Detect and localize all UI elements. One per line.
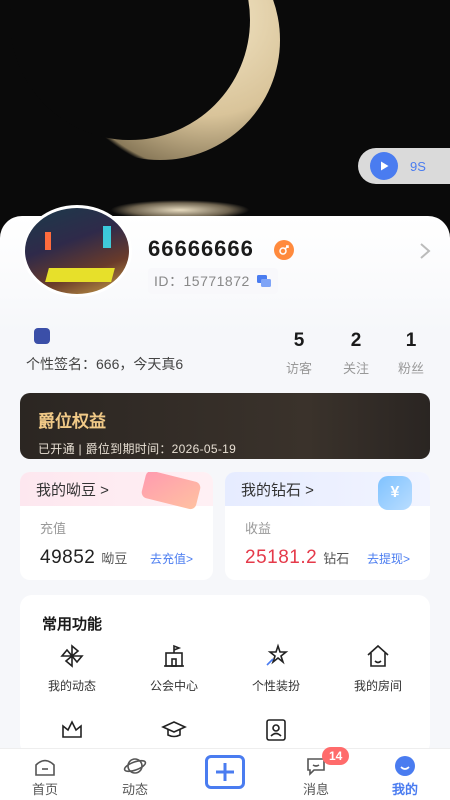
crown-icon — [62, 720, 82, 738]
tab-home[interactable]: 首页 — [5, 755, 85, 798]
common-functions-card: 常用功能 我的动态 公会中心 个性装扮 我的房间 — [20, 595, 430, 755]
nickname: 66666666 — [148, 236, 254, 261]
crown-button[interactable] — [24, 717, 120, 743]
voice-intro-player[interactable]: 9S — [358, 148, 450, 184]
play-icon[interactable] — [370, 152, 398, 180]
gender-badge-icon — [274, 240, 294, 260]
tab-mine[interactable]: 我的 — [365, 755, 445, 798]
house-icon — [367, 644, 389, 667]
my-posts-button[interactable]: 我的动态 — [24, 643, 120, 694]
user-id: ID：15771872 — [148, 268, 278, 294]
stat-fans[interactable]: 1 粉丝 — [398, 330, 424, 377]
unread-badge: 14 — [322, 747, 350, 765]
my-room-button[interactable]: 我的房间 — [330, 643, 426, 694]
diamonds-wallet-card[interactable]: 我的钻石 > ¥ 收益 25181.2 钻石 去提现> — [225, 472, 430, 580]
planet-icon — [123, 758, 147, 774]
verification-button[interactable] — [228, 717, 324, 743]
pinwheel-icon — [60, 644, 84, 668]
profile-icon — [395, 756, 415, 776]
dress-up-button[interactable]: 个性装扮 — [228, 643, 324, 694]
bottom-tab-bar: 首页 动态 消息 14 我的 — [0, 747, 450, 800]
nobility-card[interactable]: 爵位权益 已开通 | 爵位到期时间：2026-05-19 — [20, 393, 430, 459]
diamonds-amount: 25181.2 — [245, 547, 318, 568]
voice-duration: 9S — [410, 158, 426, 174]
nobility-title: 爵位权益 — [38, 412, 106, 431]
tab-moments[interactable]: 动态 — [95, 755, 175, 798]
add-icon — [216, 763, 234, 781]
recharge-link[interactable]: 去充值> — [150, 550, 193, 567]
avatar[interactable] — [22, 205, 132, 297]
building-icon — [164, 644, 184, 667]
stat-following[interactable]: 2 关注 — [343, 330, 369, 377]
level-badge-icon — [34, 328, 50, 344]
profile-cover-image: 9S — [0, 0, 450, 240]
nobility-expiry: 已开通 | 爵位到期时间：2026-05-19 — [38, 442, 237, 456]
home-icon — [35, 759, 55, 776]
withdraw-link[interactable]: 去提现> — [367, 550, 410, 567]
guild-center-button[interactable]: 公会中心 — [126, 643, 222, 694]
graduation-cap-icon — [161, 721, 187, 738]
contact-card-icon — [266, 719, 286, 741]
beans-wallet-card[interactable]: 我的呦豆 > 充值 49852 呦豆 去充值> — [20, 472, 213, 580]
stat-visitors[interactable]: 5 访客 — [286, 330, 312, 377]
common-functions-title: 常用功能 — [42, 616, 103, 633]
add-button[interactable] — [205, 755, 245, 789]
copy-icon[interactable] — [256, 274, 272, 288]
signature: 个性签名：666，今天真6 — [26, 356, 184, 372]
chevron-right-icon[interactable] — [418, 242, 432, 260]
money-bag-icon: ¥ — [378, 476, 412, 510]
academy-button[interactable] — [126, 717, 222, 743]
beans-amount: 49852 — [40, 547, 96, 568]
star-wand-icon — [266, 643, 289, 666]
